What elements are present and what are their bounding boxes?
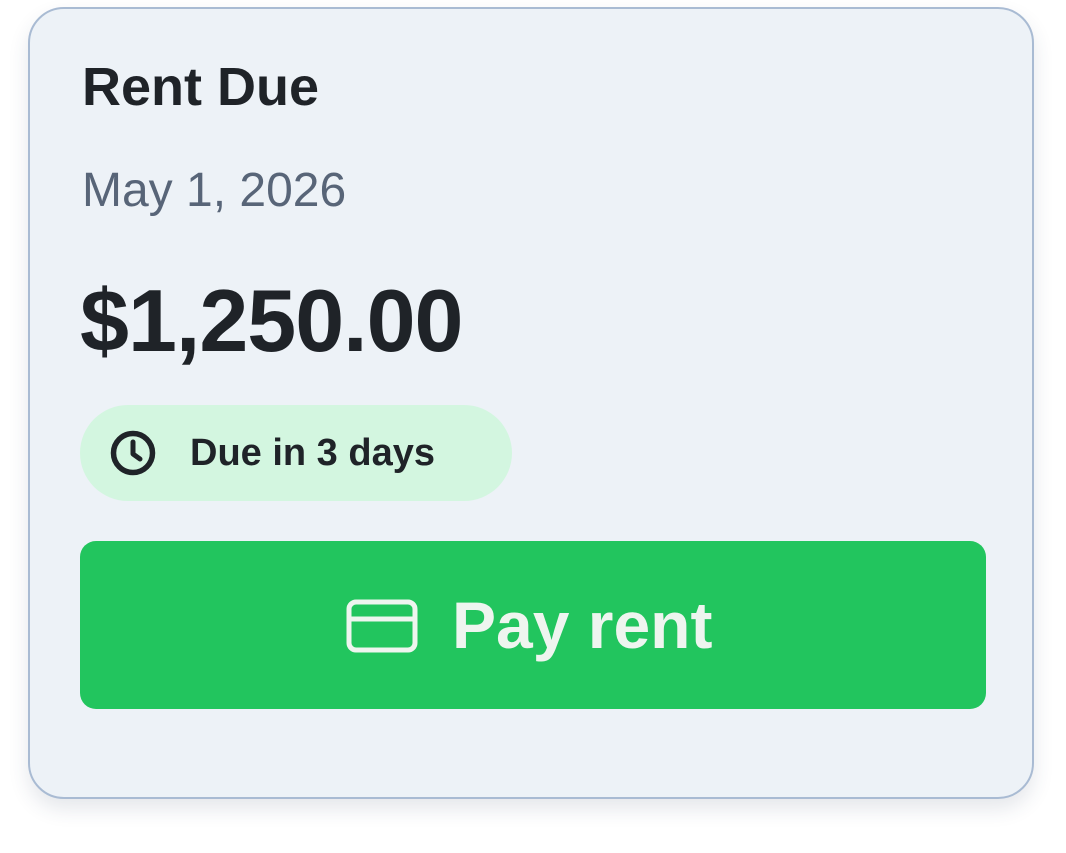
status-badge: Due in 3 days xyxy=(80,405,512,501)
due-date: May 1, 2026 xyxy=(82,164,347,217)
clock-icon xyxy=(108,428,158,478)
amount-due: $1,250.00 xyxy=(80,271,463,370)
pay-rent-label: Pay rent xyxy=(452,588,713,662)
card-title: Rent Due xyxy=(82,57,320,117)
rent-due-card: Rent Due May 1, 2026 $1,250.00 Due in 3 … xyxy=(28,7,1034,799)
pay-rent-button[interactable]: Pay rent xyxy=(80,541,986,709)
credit-card-icon xyxy=(346,599,418,653)
status-badge-label: Due in 3 days xyxy=(190,432,435,474)
